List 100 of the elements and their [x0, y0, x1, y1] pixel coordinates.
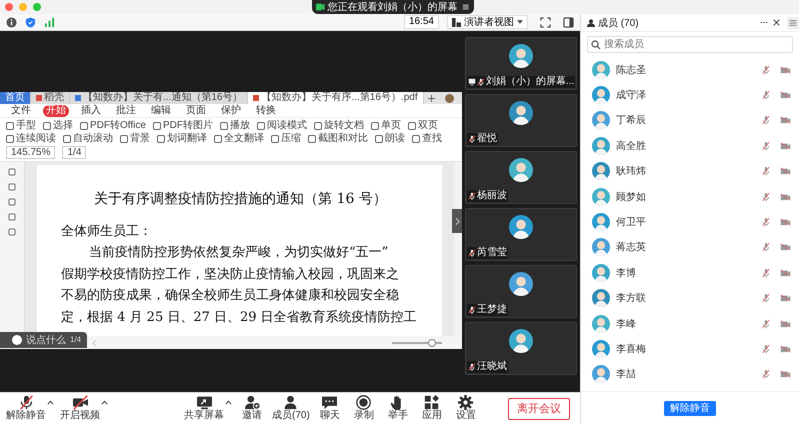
toolbar-button[interactable]: PDF转图片 [152, 120, 213, 132]
muted-mic-icon[interactable] [762, 293, 770, 304]
video-off-icon[interactable] [780, 268, 791, 277]
slider-handle[interactable] [428, 338, 436, 346]
avatar-icon[interactable] [445, 94, 454, 102]
toolbar-button[interactable]: 选择 [43, 120, 73, 132]
muted-mic-icon[interactable] [762, 318, 770, 329]
member-row[interactable]: 李博 [581, 260, 799, 286]
toolbar-button[interactable]: 设置 [452, 395, 480, 422]
video-off-icon[interactable] [780, 320, 791, 328]
document-tab[interactable]: 稻壳 [31, 92, 70, 104]
muted-mic-icon[interactable] [762, 217, 770, 228]
video-off-icon[interactable] [780, 116, 791, 124]
toolbar-button[interactable]: 成员(70) [272, 395, 310, 422]
toolbar-button[interactable]: 双页 [408, 120, 438, 132]
member-row[interactable]: 顾梦如 [581, 184, 799, 210]
video-tile[interactable]: 王梦捷 [465, 265, 577, 318]
video-off-icon[interactable] [780, 167, 791, 176]
muted-mic-icon[interactable] [762, 192, 770, 202]
member-row[interactable]: 高全胜 [581, 133, 799, 159]
toolbar-button[interactable]: 划词翻译 [157, 133, 207, 145]
toolbar-button[interactable]: 邀请 [238, 395, 266, 422]
caret-icon[interactable] [101, 400, 108, 405]
toolbar-button[interactable]: 应用 [418, 395, 446, 422]
signal-icon[interactable] [44, 16, 55, 28]
toolbar-button[interactable]: PDF转Office [80, 120, 146, 132]
member-row[interactable]: 李喆 [581, 362, 799, 388]
menu-icon[interactable] [460, 2, 470, 12]
toolbar-button[interactable]: 查找 [412, 133, 442, 145]
muted-mic-icon[interactable] [762, 369, 770, 380]
page-field[interactable]: 1/4 [62, 146, 86, 159]
member-row[interactable]: 何卫平 [581, 209, 799, 235]
menu-item[interactable]: 文件 [8, 104, 34, 116]
search-field[interactable]: 搜索成员 [587, 36, 793, 53]
menu-item[interactable]: 开始 [43, 104, 69, 116]
toolbar-button[interactable]: 录制 [350, 395, 378, 422]
fullscreen-icon[interactable] [540, 16, 551, 28]
toolbar-button[interactable]: 手型 [6, 120, 36, 132]
toolbar-button[interactable]: 播放 [220, 120, 250, 132]
member-row[interactable]: 耿玮炜 [581, 158, 799, 184]
toolbar-button[interactable]: 共享屏幕 [184, 395, 224, 422]
view-mode-dropdown[interactable]: 演讲者视图 [447, 15, 528, 29]
comment-bubble[interactable]: 说点什么 1/4 [0, 332, 88, 348]
caret-icon[interactable] [225, 400, 232, 405]
document-tab[interactable]: 首页 [0, 92, 31, 104]
menu-item[interactable]: 转换 [253, 104, 279, 116]
video-off-icon[interactable] [780, 370, 791, 378]
video-off-icon[interactable] [780, 192, 791, 201]
info-icon[interactable] [6, 16, 17, 28]
collapse-button[interactable] [452, 209, 462, 233]
menu-item[interactable]: 插入 [78, 104, 104, 116]
caret-icon[interactable] [47, 400, 54, 405]
member-row[interactable]: 丁希辰 [581, 108, 799, 134]
video-tile[interactable]: 芮雪莹 [465, 208, 577, 261]
member-row[interactable]: 蒋志英 [581, 234, 799, 260]
muted-mic-icon[interactable] [762, 64, 770, 75]
toolbar-button[interactable]: 全文翻译 [214, 133, 264, 145]
menu-item[interactable]: 批注 [113, 104, 139, 116]
muted-mic-icon[interactable] [762, 115, 770, 126]
video-off-icon[interactable] [780, 142, 791, 150]
emoji-icon[interactable] [12, 334, 22, 344]
shield-icon[interactable] [25, 16, 36, 28]
menu-item[interactable]: 编辑 [148, 104, 174, 116]
menu-item[interactable]: 页面 [183, 104, 209, 116]
muted-mic-icon[interactable] [762, 268, 770, 278]
add-tab-icon[interactable] [428, 94, 435, 102]
close-window-icon[interactable] [5, 3, 13, 11]
close-icon[interactable] [773, 19, 780, 26]
more-icon[interactable] [760, 21, 768, 24]
muted-mic-icon[interactable] [762, 344, 770, 354]
toolbar-button[interactable]: 压缩 [271, 133, 301, 145]
video-off-icon[interactable] [780, 218, 791, 226]
toolbar-button[interactable]: 开启视频 [60, 395, 100, 422]
video-off-icon[interactable] [780, 66, 791, 74]
sidebar-icon[interactable] [563, 16, 574, 28]
video-tile[interactable]: 杨丽波 [465, 151, 577, 204]
toolbar-button[interactable]: 截图和对比 [308, 133, 368, 145]
member-row[interactable]: 李喜梅 [581, 336, 799, 362]
video-off-icon[interactable] [780, 243, 791, 252]
video-off-icon[interactable] [780, 294, 791, 302]
toolbar-button[interactable]: 聊天 [316, 395, 344, 422]
video-tile[interactable]: 刘娟（小）的屏幕... [465, 37, 577, 90]
toolbar-button[interactable]: 朗读 [375, 133, 405, 145]
toolbar-button[interactable]: 自动滚动 [63, 133, 113, 145]
member-row[interactable]: 李方联 [581, 286, 799, 311]
leave-meeting-button[interactable]: 离开会议 [508, 398, 570, 420]
toolbar-button[interactable]: 举手 [384, 395, 412, 422]
video-tile[interactable]: 翟悦 [465, 94, 577, 147]
toolbar-button[interactable]: 单页 [370, 120, 401, 132]
member-row[interactable]: 成守泽 [581, 82, 799, 108]
toolbar-button[interactable]: 阅读模式 [256, 120, 307, 132]
member-row[interactable]: 陈志圣 [581, 57, 799, 82]
muted-mic-icon[interactable] [762, 166, 770, 176]
zoom-window-icon[interactable] [33, 3, 41, 11]
toolbar-button[interactable]: 连续阅读 [6, 133, 56, 145]
video-off-icon[interactable] [780, 344, 791, 353]
toolbar-button[interactable]: 旋转文档 [314, 120, 364, 132]
video-tile[interactable]: 汪晓斌 [465, 322, 577, 375]
zoom-field[interactable]: 145.75% [6, 146, 56, 159]
muted-mic-icon[interactable] [762, 140, 770, 151]
